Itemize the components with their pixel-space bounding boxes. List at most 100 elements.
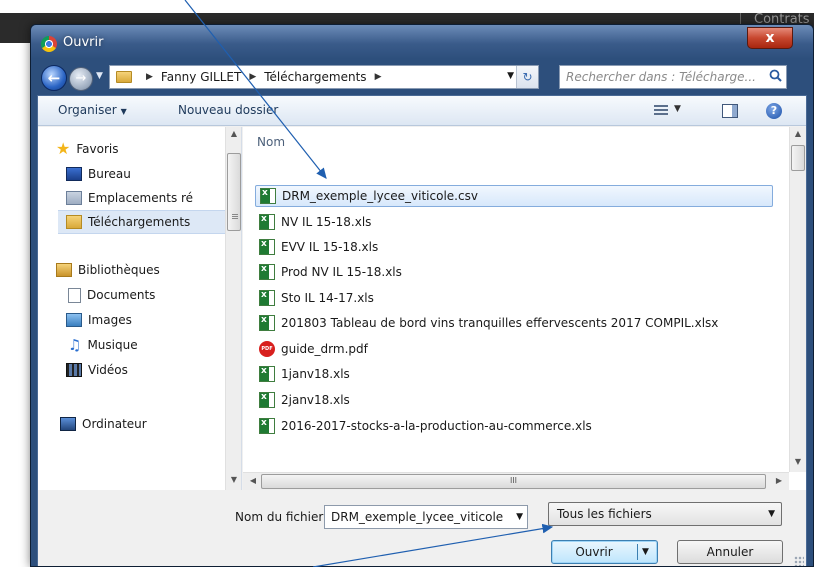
nav-item-recent-places[interactable]: Emplacements ré: [66, 186, 226, 210]
breadcrumb-downloads[interactable]: Téléchargements: [264, 70, 366, 84]
film-icon: [66, 363, 82, 377]
nav-favorites[interactable]: ★ Favoris: [56, 137, 241, 161]
nav-item-documents[interactable]: Documents: [68, 283, 241, 307]
recent-locations-dropdown[interactable]: ▼: [96, 71, 103, 81]
navigation-pane: ★ Favoris Bureau Emplacements ré Télécha…: [38, 127, 242, 490]
scroll-left-icon[interactable]: ◀: [245, 476, 261, 485]
desktop-icon: [66, 167, 82, 181]
file-row[interactable]: 201803 Tableau de bord vins tranquilles …: [255, 312, 773, 334]
filename-value: DRM_exemple_lycee_viticole: [331, 510, 504, 524]
excel-file-icon: [259, 239, 275, 255]
grip-icon: [232, 214, 238, 219]
chevron-down-icon[interactable]: ▼: [674, 104, 681, 114]
nav-scroll-thumb[interactable]: [227, 153, 241, 231]
view-options-icon[interactable]: [654, 105, 668, 116]
star-icon: ★: [56, 139, 71, 158]
close-button[interactable]: x: [747, 27, 793, 49]
chevron-down-icon[interactable]: ▼: [516, 506, 523, 528]
chevron-right-icon[interactable]: ▶: [249, 72, 256, 82]
preview-pane-icon[interactable]: [722, 104, 738, 118]
recent-places-icon: [66, 191, 82, 205]
help-icon[interactable]: ?: [766, 103, 782, 119]
nav-item-label: Téléchargements: [88, 215, 191, 229]
nav-item-label: Bureau: [88, 167, 131, 181]
file-row[interactable]: PDF guide_drm.pdf: [255, 338, 773, 360]
file-name: DRM_exemple_lycee_viticole.csv: [282, 189, 478, 203]
refresh-button[interactable]: ↻: [516, 66, 538, 88]
organize-button[interactable]: Organiser ▼: [58, 103, 127, 117]
nav-scrollbar[interactable]: ▲ ▼: [225, 127, 241, 490]
file-list-hscroll-thumb[interactable]: III: [261, 474, 766, 489]
scroll-down-icon[interactable]: ▼: [790, 457, 806, 466]
scroll-down-icon[interactable]: ▼: [226, 475, 241, 484]
filetype-select[interactable]: Tous les fichiers ▼: [548, 502, 782, 526]
file-name: Sto IL 14-17.xls: [281, 291, 374, 305]
filename-input[interactable]: DRM_exemple_lycee_viticole ▼: [324, 505, 528, 529]
nav-computer[interactable]: Ordinateur: [60, 412, 241, 436]
nav-libraries[interactable]: Bibliothèques: [56, 258, 241, 282]
search-input[interactable]: Rechercher dans : Télécharge...: [559, 65, 787, 89]
file-row[interactable]: EVV IL 15-18.xls: [255, 236, 773, 258]
scroll-right-icon[interactable]: ▶: [771, 476, 787, 485]
cancel-button[interactable]: Annuler: [677, 540, 783, 564]
dialog-content: Organiser ▼ Nouveau dossier ▼ ? ★ Favoris…: [37, 95, 807, 566]
address-bar[interactable]: ▶ Fanny GILLET ▶ Téléchargements ▶ ▼ ↻: [109, 65, 539, 89]
nav-item-label: Emplacements ré: [88, 191, 194, 205]
excel-file-icon: [259, 315, 275, 331]
nav-item-label: Images: [88, 313, 132, 327]
pdf-file-icon: PDF: [259, 341, 275, 357]
forward-button[interactable]: →: [69, 67, 93, 91]
dialog-footer: Nom du fichier : DRM_exemple_lycee_vitic…: [38, 490, 806, 566]
file-row[interactable]: 2016-2017-stocks-a-la-production-au-comm…: [255, 415, 773, 437]
title-bar: Ouvrir x: [31, 25, 813, 59]
nav-item-images[interactable]: Images: [66, 308, 241, 332]
resize-grip-icon[interactable]: [794, 556, 804, 566]
search-icon[interactable]: [769, 69, 782, 82]
chevron-right-icon[interactable]: ▶: [375, 72, 382, 82]
nav-item-desktop[interactable]: Bureau: [66, 162, 241, 186]
file-list-horizontal-scrollbar[interactable]: ◀ III ▶: [243, 472, 789, 490]
file-row-drm-csv[interactable]: DRM_exemple_lycee_viticole.csv: [255, 185, 773, 207]
scroll-up-icon[interactable]: ▲: [790, 129, 806, 138]
window-title: Ouvrir: [63, 35, 104, 50]
file-name: 1janv18.xls: [281, 367, 350, 381]
images-icon: [66, 313, 82, 327]
new-folder-button[interactable]: Nouveau dossier: [178, 103, 278, 117]
nav-item-downloads[interactable]: Téléchargements: [58, 210, 226, 234]
chevron-down-icon: ▼: [120, 107, 127, 116]
downloads-folder-icon: [66, 215, 82, 229]
excel-file-icon: [259, 418, 275, 434]
chevron-down-icon: ▼: [768, 509, 775, 519]
nav-computer-label: Ordinateur: [82, 417, 147, 431]
scroll-up-icon[interactable]: ▲: [226, 129, 241, 138]
file-row[interactable]: Prod NV IL 15-18.xls: [255, 261, 773, 283]
libraries-icon: [56, 263, 72, 277]
back-button[interactable]: ←: [41, 65, 67, 91]
file-name: 2016-2017-stocks-a-la-production-au-comm…: [281, 419, 592, 433]
excel-file-icon: [259, 264, 275, 280]
file-row[interactable]: 2janv18.xls: [255, 389, 773, 411]
file-list-vscroll-thumb[interactable]: [791, 145, 805, 171]
open-options-dropdown-icon[interactable]: ▼: [642, 541, 649, 563]
organize-label: Organiser: [58, 103, 117, 117]
breadcrumb-user[interactable]: Fanny GILLET: [161, 70, 241, 84]
file-name: NV IL 15-18.xls: [281, 215, 372, 229]
excel-file-icon: [259, 290, 275, 306]
search-placeholder: Rechercher dans : Télécharge...: [566, 70, 756, 84]
folder-icon: [116, 71, 132, 83]
column-header-name[interactable]: Nom: [257, 135, 285, 149]
excel-file-icon: [259, 366, 275, 382]
nav-item-videos[interactable]: Vidéos: [66, 358, 241, 382]
file-row[interactable]: 1janv18.xls: [255, 363, 773, 385]
address-dropdown-icon[interactable]: ▼: [507, 71, 514, 81]
file-name: guide_drm.pdf: [281, 342, 368, 356]
filename-label: Nom du fichier :: [235, 510, 332, 524]
file-row[interactable]: Sto IL 14-17.xls: [255, 287, 773, 309]
file-row[interactable]: NV IL 15-18.xls: [255, 211, 773, 233]
file-list-vertical-scrollbar[interactable]: ▲ ▼: [789, 127, 806, 472]
filetype-value: Tous les fichiers: [557, 507, 652, 521]
chevron-right-icon[interactable]: ▶: [146, 72, 153, 82]
nav-libraries-label: Bibliothèques: [78, 263, 160, 277]
open-button[interactable]: Ouvrir ▼: [551, 540, 658, 564]
nav-item-music[interactable]: ♫ Musique: [68, 333, 241, 357]
